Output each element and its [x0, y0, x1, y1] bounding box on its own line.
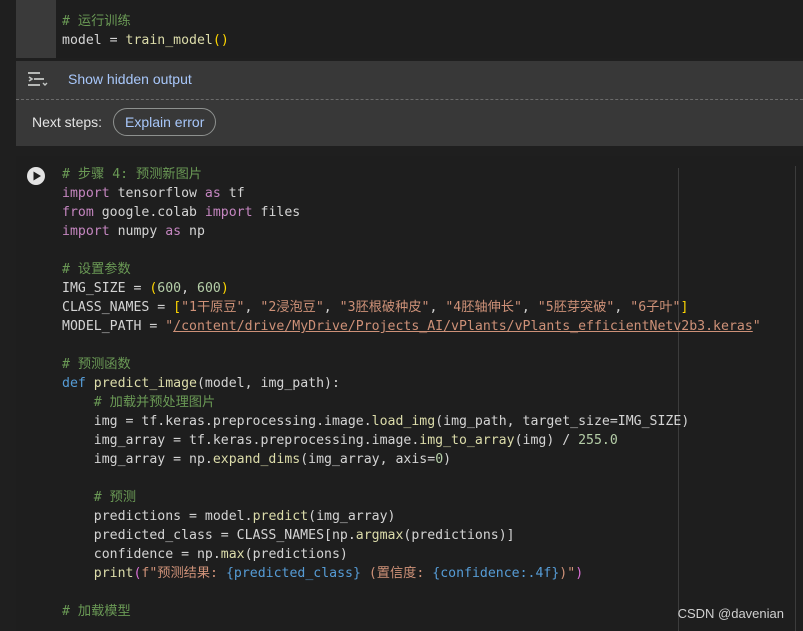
code-token: )	[575, 566, 584, 581]
code-token: (predictions)]	[403, 528, 515, 543]
code-editor[interactable]: # 运行训练 model = train_model()	[62, 12, 229, 50]
code-token: )"	[559, 566, 576, 581]
code-token: (img_array)	[308, 509, 396, 524]
code-token: [	[173, 300, 182, 315]
code-token: =	[101, 33, 126, 48]
code-token: ]	[680, 300, 689, 315]
code-token: import	[204, 205, 253, 220]
code-token: def	[62, 376, 86, 391]
code-token: np	[181, 224, 205, 239]
code-token: tensorflow	[109, 186, 205, 201]
code-token: ,	[244, 300, 261, 315]
code-token: max	[220, 547, 245, 562]
code-token: "	[752, 319, 761, 334]
output-collapse-icon[interactable]	[26, 69, 48, 89]
code-token: import	[62, 186, 110, 201]
code-token: predict_image	[85, 376, 197, 391]
code-token: 0	[435, 452, 444, 467]
code-token: {predicted_class}	[225, 566, 361, 581]
code-token: (img_path, target_size=IMG_SIZE)	[435, 414, 690, 429]
code-token: f"预测结果:	[141, 566, 226, 581]
code-token: "5胚芽突破"	[537, 300, 615, 315]
code-token: img_to_array	[419, 433, 515, 448]
code-token: from	[62, 205, 94, 220]
code-token: ,	[181, 281, 198, 296]
previous-code-cell[interactable]: # 运行训练 model = train_model()	[16, 0, 803, 58]
cell-gutter	[16, 0, 56, 58]
code-token: predictions = model.	[62, 509, 253, 524]
code-token: 600	[197, 281, 221, 296]
code-token: import	[62, 224, 110, 239]
code-token: (img_array, axis=	[300, 452, 436, 467]
code-token: predict	[252, 509, 309, 524]
explain-error-button[interactable]: Explain error	[113, 108, 217, 136]
code-token: ()	[212, 33, 229, 48]
code-comment: # 加载模型	[62, 604, 131, 619]
code-token: as	[204, 186, 221, 201]
code-token: predicted_class = CLASS_NAMES	[62, 528, 325, 543]
code-comment: # 运行训练	[62, 14, 131, 29]
code-token: numpy	[109, 224, 166, 239]
code-token: train_model	[125, 33, 213, 48]
divider	[795, 166, 796, 631]
code-token: "3胚根破种皮"	[339, 300, 430, 315]
watermark: CSDN @davenian	[677, 606, 784, 621]
code-editor[interactable]: # 步骤 4: 预测新图片 import tensorflow as tf fr…	[62, 165, 761, 621]
code-token: CLASS_NAMES =	[62, 300, 174, 315]
code-token: 255.0	[578, 433, 618, 448]
code-token: ,	[614, 300, 631, 315]
code-token: load_img	[371, 414, 436, 429]
code-token: [np.	[324, 528, 356, 543]
code-token: "4胚轴伸长"	[445, 300, 522, 315]
code-token: (置信度:	[360, 566, 433, 581]
code-token: "2浸泡豆"	[260, 300, 324, 315]
code-token: ,	[521, 300, 538, 315]
show-hidden-output-link[interactable]: Show hidden output	[68, 71, 192, 87]
code-token: (predictions)	[244, 547, 348, 562]
code-comment: # 预测函数	[62, 357, 131, 372]
code-token: img_array = tf.keras.preprocessing.image…	[62, 433, 420, 448]
code-token: "1干原豆"	[181, 300, 245, 315]
code-token: argmax	[355, 528, 404, 543]
code-token: print	[62, 566, 134, 581]
code-comment: # 步骤 4: 预测新图片	[62, 167, 202, 182]
code-comment: # 预测	[62, 490, 137, 505]
code-token: ,	[429, 300, 446, 315]
code-comment: # 设置参数	[62, 262, 131, 277]
code-cell[interactable]: # 步骤 4: 预测新图片 import tensorflow as tf fr…	[16, 156, 803, 631]
code-token: MODEL_PATH =	[62, 319, 166, 334]
code-token: (model, img_path)	[196, 376, 332, 391]
code-token: :	[331, 376, 340, 391]
code-token: img_array = np.	[62, 452, 213, 467]
code-token: 600	[157, 281, 182, 296]
output-area: Show hidden output	[16, 61, 803, 100]
code-comment: # 加载并预处理图片	[62, 395, 216, 410]
code-token: "6子叶"	[630, 300, 681, 315]
next-steps-label: Next steps:	[32, 114, 103, 130]
run-cell-icon[interactable]	[26, 166, 46, 186]
code-token: tf	[220, 186, 245, 201]
code-token: as	[165, 224, 182, 239]
code-token: "	[165, 319, 174, 334]
code-token: model	[62, 33, 102, 48]
code-token: {confidence:.4f}	[432, 566, 560, 581]
code-token: confidence = np.	[62, 547, 221, 562]
code-token: files	[252, 205, 301, 220]
code-token: expand_dims	[212, 452, 301, 467]
code-token: IMG_SIZE =	[62, 281, 150, 296]
path-link[interactable]: /content/drive/MyDrive/Projects_AI/vPlan…	[173, 319, 753, 334]
code-token: )	[220, 281, 229, 296]
code-token: ,	[323, 300, 340, 315]
code-token: )	[443, 452, 452, 467]
next-steps-bar: Next steps: Explain error	[16, 100, 803, 146]
code-token: google.colab	[93, 205, 205, 220]
code-token: (img) /	[514, 433, 579, 448]
code-token: img = tf.keras.preprocessing.image.	[62, 414, 372, 429]
